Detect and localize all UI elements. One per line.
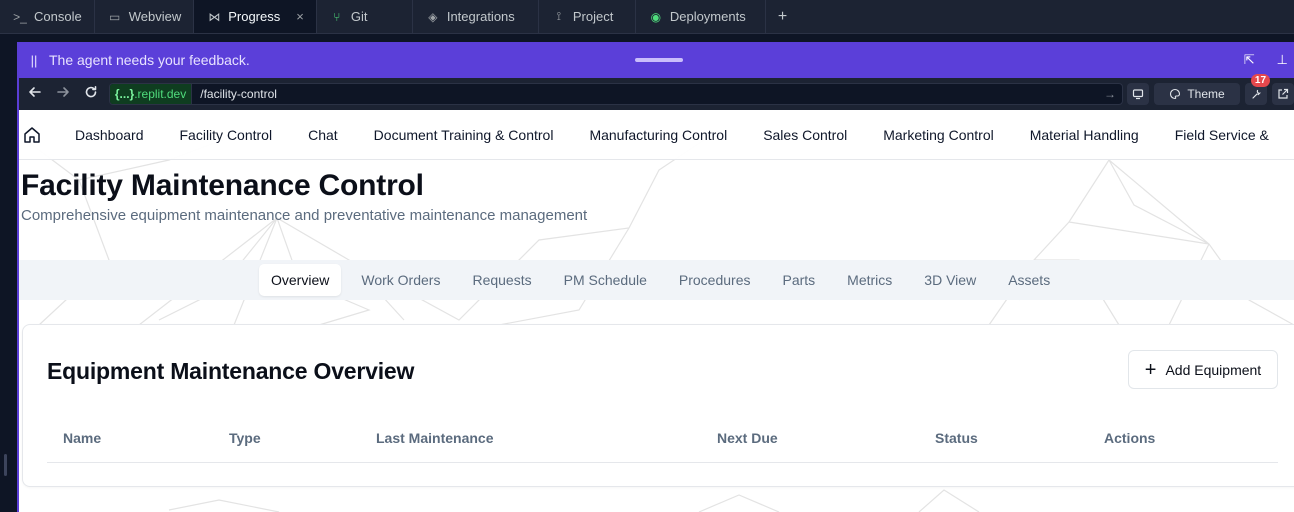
device-toggle-button[interactable] [1127,83,1150,105]
nav-field-service[interactable]: Field Service & [1157,127,1287,143]
wrench-icon [1252,89,1262,99]
tab-webview[interactable]: ▭ Webview [95,0,195,33]
equipment-overview-card: Equipment Maintenance Overview + Add Equ… [22,324,1294,487]
add-tab-button[interactable]: + [766,0,799,33]
tab-deployments[interactable]: ◉ Deployments [636,0,766,33]
nav-manufacturing-control[interactable]: Manufacturing Control [571,127,745,143]
home-icon[interactable] [21,124,43,146]
column-header-status[interactable]: Status [935,430,978,446]
nav-marketing-control[interactable]: Marketing Control [865,127,1012,143]
tab-label: Project [572,9,614,24]
pause-icon[interactable]: || [19,53,49,68]
nav-material-handling[interactable]: Material Handling [1012,127,1157,143]
progress-icon: ⋈ [208,9,221,24]
url-path: /facility-control [200,87,277,101]
close-icon[interactable]: × [296,9,304,24]
tab-metrics[interactable]: Metrics [831,264,908,296]
reload-icon[interactable] [77,85,105,103]
tab-parts[interactable]: Parts [766,264,831,296]
main-navigation: Dashboard Facility Control Chat Document… [19,110,1294,160]
column-header-actions[interactable]: Actions [1104,430,1155,446]
feedback-message: The agent needs your feedback. [49,52,250,68]
tab-label: Git [350,9,368,24]
url-host-text: .replit.dev [134,87,187,101]
tab-procedures[interactable]: Procedures [663,264,767,296]
git-icon: ⑂ [333,9,341,24]
go-icon[interactable]: → [1104,87,1116,101]
layers-icon: ◈ [428,9,438,24]
tab-integrations[interactable]: ◈ Integrations [413,0,539,33]
column-header-last-maintenance[interactable]: Last Maintenance [376,430,493,446]
app-viewport: Dashboard Facility Control Chat Document… [19,110,1294,512]
url-input[interactable]: {...} .replit.dev /facility-control → [108,83,1124,105]
terminal-icon: >_ [13,9,27,24]
table-header: Name Type Last Maintenance Next Due Stat… [47,423,1278,463]
section-tabs: Overview Work Orders Requests PM Schedul… [19,260,1294,300]
pin-icon[interactable]: ⊥ [1277,52,1288,68]
tab-pm-schedule[interactable]: PM Schedule [548,264,663,296]
nav-facility-control[interactable]: Facility Control [162,127,291,143]
tab-label: Integrations [446,9,515,24]
tab-requests[interactable]: Requests [456,264,547,296]
url-host: {...} .replit.dev [109,84,193,104]
palette-icon [1170,88,1181,100]
left-rail [0,34,17,512]
tab-assets[interactable]: Assets [992,264,1066,296]
tab-git[interactable]: ⑂ Git [317,0,413,33]
theme-label: Theme [1187,87,1225,101]
deployments-icon: ◉ [650,9,662,24]
add-equipment-label: Add Equipment [1165,361,1262,378]
tab-label: Deployments [669,9,746,24]
card-title: Equipment Maintenance Overview [47,358,415,384]
tab-label: Webview [128,9,182,24]
popout-icon[interactable]: ⇱ [1244,52,1255,68]
notification-badge: 17 [1250,74,1271,87]
tab-3d-view[interactable]: 3D View [908,264,992,296]
tab-project[interactable]: ⟟ Project [539,0,636,33]
back-icon[interactable] [21,85,49,103]
device-icon [1132,89,1144,100]
tab-label: Progress [228,9,281,24]
drag-handle[interactable] [635,58,683,62]
theme-button[interactable]: Theme [1154,83,1241,105]
tab-work-orders[interactable]: Work Orders [345,264,456,296]
monitor-icon: ▭ [109,9,121,24]
tab-progress[interactable]: ⋈ Progress × [194,0,317,33]
devtools-button[interactable]: 17 [1245,74,1271,105]
tab-overview[interactable]: Overview [259,264,342,296]
nav-sales-control[interactable]: Sales Control [745,127,865,143]
column-header-name[interactable]: Name [63,430,101,446]
resize-handle[interactable] [4,454,7,476]
webview-pane: || The agent needs your feedback. ⇱ ⊥ {.… [17,42,1294,512]
forward-icon[interactable] [49,85,77,103]
external-link-icon [1278,88,1289,99]
ide-tab-bar: >_ Console ▭ Webview ⋈ Progress × ⑂ Git … [0,0,1294,34]
add-equipment-button[interactable]: + Add Equipment [1128,350,1278,389]
tab-label: Console [34,9,82,24]
dev-url-icon: {...} [114,87,135,101]
column-header-next-due[interactable]: Next Due [717,430,778,446]
project-icon: ⟟ [556,9,562,23]
nav-chat[interactable]: Chat [290,127,356,143]
feedback-banner: || The agent needs your feedback. ⇱ ⊥ [19,42,1294,78]
page-subtitle: Comprehensive equipment maintenance and … [21,207,588,224]
page-title: Facility Maintenance Control [21,169,424,202]
nav-dashboard[interactable]: Dashboard [43,127,162,143]
plus-icon: + [1144,358,1157,381]
tab-console[interactable]: >_ Console [0,0,95,33]
nav-document-training[interactable]: Document Training & Control [356,127,572,143]
column-header-type[interactable]: Type [229,430,261,446]
browser-toolbar: {...} .replit.dev /facility-control → Th… [19,74,1294,110]
open-external-button[interactable] [1272,83,1294,105]
